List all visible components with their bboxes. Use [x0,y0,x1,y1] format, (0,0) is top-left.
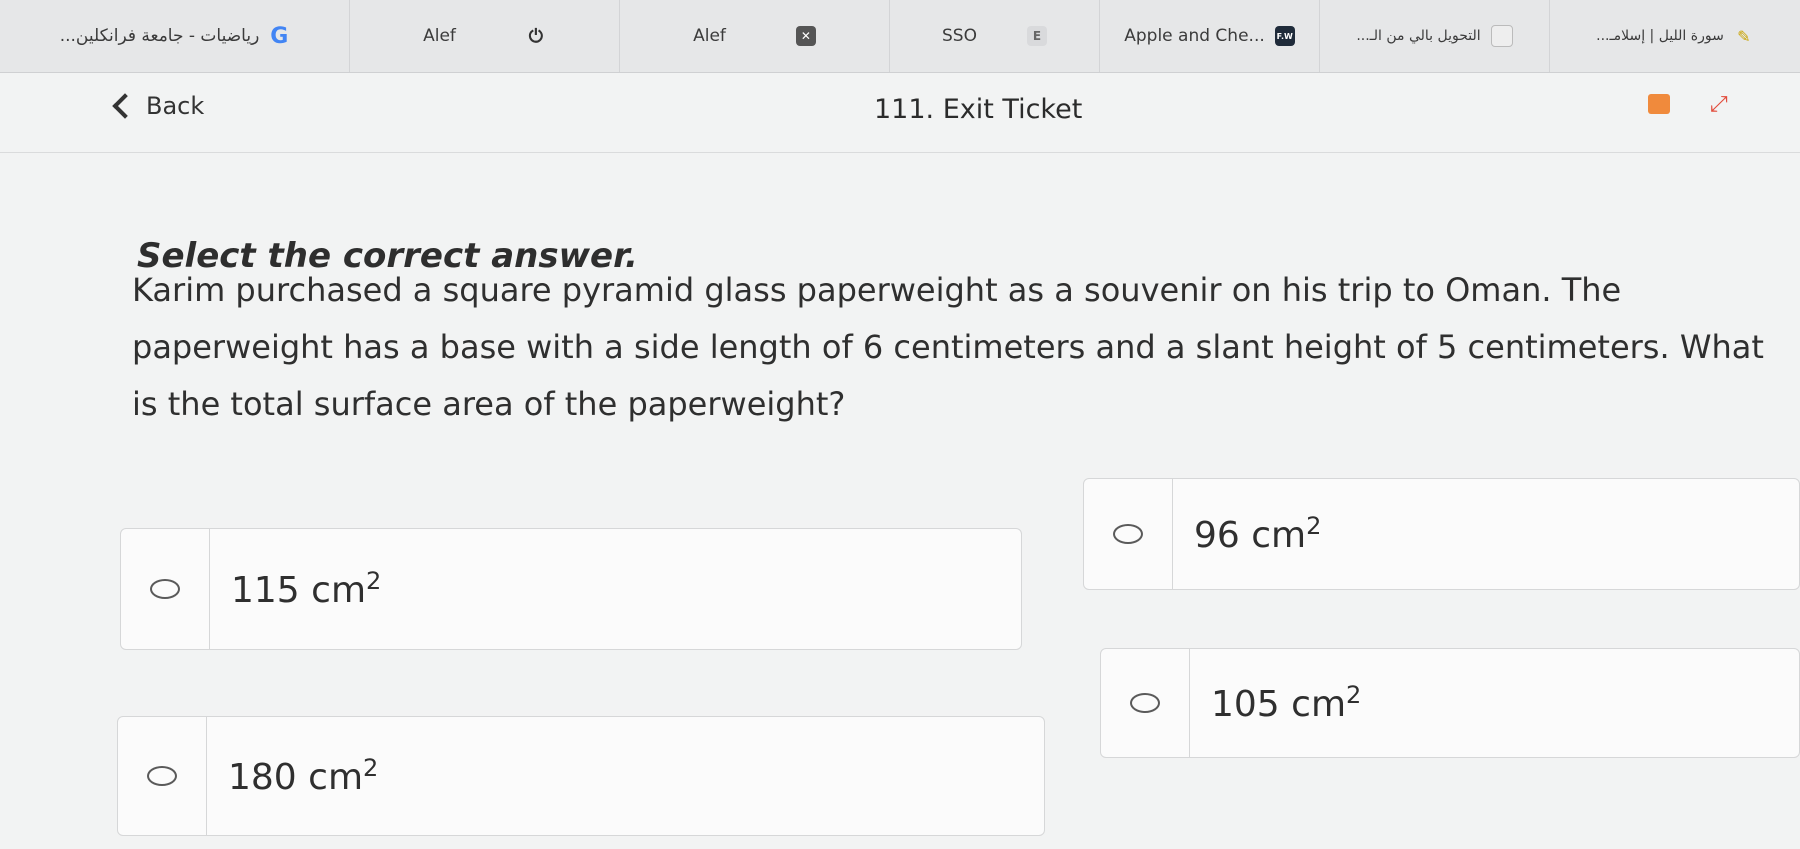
answer-value: 180 [228,757,297,798]
tab-label: Alef [423,26,456,46]
radio-cell [1084,479,1173,589]
answer-unit: cm [1291,684,1347,725]
answer-option-b[interactable]: 96 cm2 [1083,478,1800,590]
radio-cell [121,529,210,649]
chevron-left-icon [112,93,138,119]
answer-unit: cm [308,757,364,798]
tab-alef-1[interactable]: Alef ⏻ [350,0,620,72]
radio-button-a[interactable] [150,579,180,599]
browser-tab-bar: ...رياضيات - جامعة فرانكلين G Alef ⏻ Ale… [0,0,1800,73]
answer-unit: cm [311,570,367,611]
tab-label: ...التحويل بالي من الـ [1356,28,1481,44]
fw-badge-icon: F.W [1274,26,1295,46]
tab-label: ...رياضيات - جامعة فرانكلين [59,26,260,46]
answer-option-c[interactable]: 180 cm2 [117,716,1045,836]
tab-franklin[interactable]: ...رياضيات - جامعة فرانكلين G [0,0,350,72]
answer-value: 105 [1211,684,1280,725]
tab-label: Apple and Che... [1124,26,1265,46]
answer-exponent: 2 [363,754,379,782]
tab-arabic-2[interactable]: ...سورة الليل | إسلامـ ✎ [1550,0,1800,72]
answer-exponent: 2 [366,567,382,595]
back-label: Back [146,92,205,120]
answer-label-b: 96 cm2 [1194,512,1321,556]
page-header: Back 111. Exit Ticket ⤢ [0,72,1800,153]
answer-option-a[interactable]: 115 cm2 [120,528,1022,650]
question-text: Karim purchased a square pyramid glass p… [132,271,1764,423]
answer-label-c: 180 cm2 [228,754,378,798]
radio-cell [118,717,207,835]
answer-option-d[interactable]: 105 cm2 [1100,648,1800,758]
bookmark-icon: ✎ [1737,26,1751,46]
radio-cell [1101,649,1190,757]
radio-button-d[interactable] [1130,693,1160,713]
blank-page-icon [1490,25,1513,47]
tab-apple-and-che[interactable]: Apple and Che... F.W [1100,0,1320,72]
answer-exponent: 2 [1346,681,1362,709]
tab-label: Alef [693,26,726,46]
radio-button-b[interactable] [1113,524,1143,544]
answer-exponent: 2 [1306,512,1322,540]
tab-arabic-1[interactable]: ...التحويل بالي من الـ [1320,0,1550,72]
back-button[interactable]: Back [110,92,204,120]
radio-button-c[interactable] [147,766,177,786]
tab-sso[interactable]: SSO E [890,0,1100,72]
e-badge-icon: E [1026,26,1047,46]
answer-value: 96 [1194,515,1240,556]
notes-icon[interactable] [1648,94,1670,114]
google-g-icon: G [270,23,289,49]
page-title: 111. Exit Ticket [874,94,1083,125]
tab-label: SSO [942,26,977,46]
tab-alef-2[interactable]: Alef ✕ [620,0,890,72]
answer-value: 115 [231,570,300,611]
expand-icon[interactable]: ⤢ [1710,92,1728,117]
answer-unit: cm [1251,515,1307,556]
tab-label: ...سورة الليل | إسلامـ [1596,28,1724,44]
close-icon[interactable]: ✕ [795,26,816,46]
answer-label-a: 115 cm2 [231,567,381,611]
answer-label-d: 105 cm2 [1211,681,1361,725]
power-icon: ⏻ [528,25,544,47]
